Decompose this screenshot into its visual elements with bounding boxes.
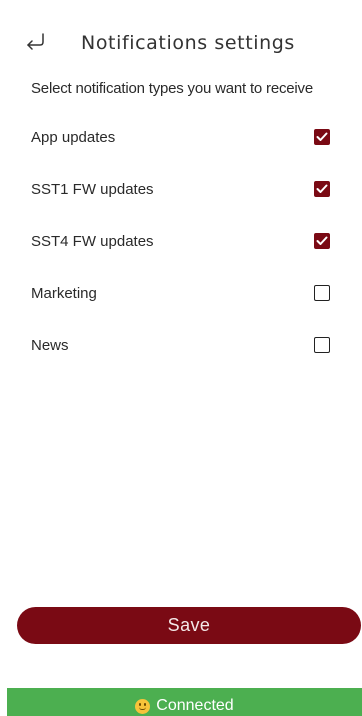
sst1-fw-updates-checkbox[interactable] [314,181,330,197]
option-label: News [31,336,69,354]
notifications-settings-screen: Notifications settings Select notificati… [0,0,362,716]
smiley-face-icon [135,698,151,714]
option-news[interactable]: News [31,331,330,359]
connection-status: Connected [135,697,234,715]
connection-status-label: Connected [156,697,234,714]
sst4-fw-updates-checkbox[interactable] [314,233,330,249]
marketing-checkbox[interactable] [314,285,330,301]
return-arrow-icon [24,32,46,55]
app-updates-checkbox[interactable] [314,129,330,145]
save-button[interactable]: Save [17,607,361,644]
checkmark-icon [316,132,328,141]
option-label: App updates [31,128,116,146]
page-title: Notifications settings [81,32,295,54]
checkmark-icon [316,184,328,193]
back-button[interactable] [22,30,48,56]
header: Notifications settings [22,26,352,60]
option-label: SST1 FW updates [31,180,154,198]
connection-status-bar: Connected [7,688,362,716]
instructions-text: Select notification types you want to re… [31,80,313,97]
option-marketing[interactable]: Marketing [31,279,330,307]
option-sst4-fw-updates[interactable]: SST4 FW updates [31,227,330,255]
option-app-updates[interactable]: App updates [31,123,330,151]
option-label: SST4 FW updates [31,232,154,250]
news-checkbox[interactable] [314,337,330,353]
checkmark-icon [316,236,328,245]
option-label: Marketing [31,284,97,302]
option-sst1-fw-updates[interactable]: SST1 FW updates [31,175,330,203]
